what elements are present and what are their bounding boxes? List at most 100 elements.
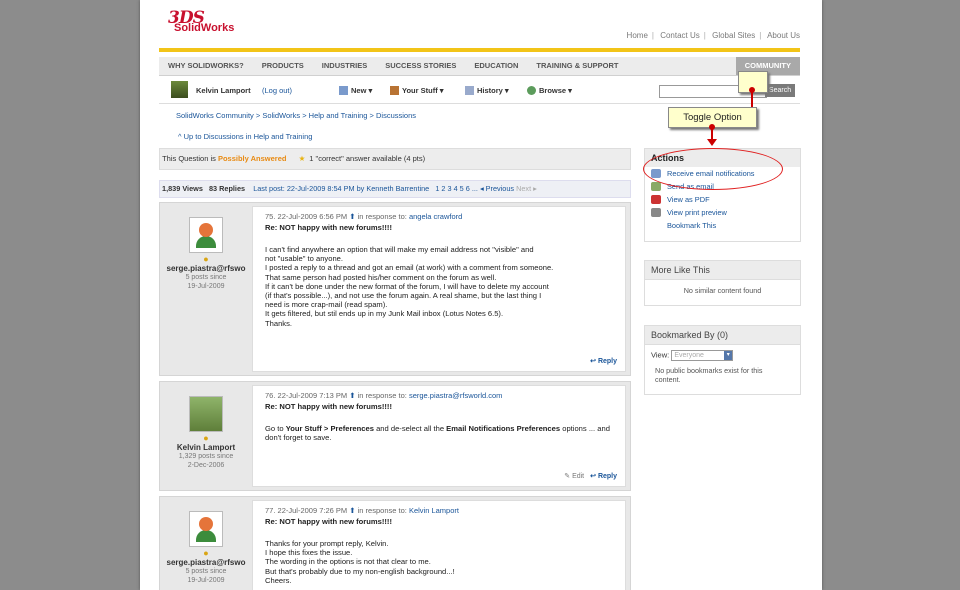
arrow-up-icon[interactable]: ⬆ bbox=[349, 391, 355, 400]
more-like-message: No similar content found bbox=[683, 286, 762, 295]
top-links: Home | Contact Us | Global Sites | About Us bbox=[626, 31, 800, 40]
response-to-link[interactable]: angela crawford bbox=[409, 212, 462, 221]
author-since: 19-Jul-2009 bbox=[187, 577, 225, 584]
avatar[interactable] bbox=[189, 396, 223, 432]
menu-your-stuff[interactable]: Your Stuff ▾ bbox=[390, 86, 444, 95]
post-actions: ↩ Reply bbox=[590, 357, 617, 365]
username[interactable]: Kelvin Lamport bbox=[196, 86, 251, 95]
nav-item-success[interactable]: SUCCESS STORIES bbox=[376, 57, 465, 75]
post-header: 75. 22-Jul-2009 6:56 PM ⬆ in response to… bbox=[265, 212, 463, 221]
author-posts: 1,329 posts since bbox=[178, 453, 234, 460]
annotation-dot bbox=[709, 124, 715, 130]
star-icon: ★ bbox=[298, 154, 306, 163]
post-body: 75. 22-Jul-2009 6:56 PM ⬆ in response to… bbox=[252, 206, 626, 372]
post-text: Go to Your Stuff > Preferences and de-se… bbox=[265, 424, 610, 443]
last-post-link[interactable]: Last post: 22-Jul-2009 8:54 PM by Kennet… bbox=[253, 184, 429, 193]
page-container: 3DS SolidWorks Home | Contact Us | Global … bbox=[140, 0, 822, 590]
medal-icon: ● bbox=[203, 254, 209, 264]
correct-answer-text: 1 "correct" answer available (4 pts) bbox=[309, 154, 426, 163]
medal-icon: ● bbox=[203, 433, 209, 443]
nav-item-products[interactable]: PRODUCTS bbox=[253, 57, 313, 75]
post-text: I can't find anywhere an option that wil… bbox=[265, 245, 554, 328]
medal-icon: ● bbox=[203, 548, 209, 558]
arrow-down-icon bbox=[707, 139, 717, 146]
avatar[interactable] bbox=[171, 81, 188, 98]
highlight-ellipse bbox=[643, 148, 783, 190]
reply-button[interactable]: ↩ Reply bbox=[590, 358, 617, 365]
next-link[interactable]: Next ▸ bbox=[516, 184, 537, 193]
top-link-home[interactable]: Home bbox=[627, 31, 648, 40]
edit-button[interactable]: ✎ Edit bbox=[564, 473, 584, 480]
nav-item-training[interactable]: TRAINING & SUPPORT bbox=[527, 57, 627, 75]
previous-link[interactable]: ◂ Previous bbox=[480, 184, 514, 193]
question-prefix: This Question is bbox=[162, 154, 216, 163]
header-divider bbox=[159, 48, 800, 52]
menu-browse[interactable]: Browse ▾ bbox=[527, 86, 572, 95]
views-count: 1,839 Views bbox=[162, 184, 203, 193]
action-bookmark[interactable]: Bookmark This bbox=[645, 219, 800, 232]
annotation-dot bbox=[749, 87, 755, 93]
more-like-title: More Like This bbox=[645, 261, 800, 280]
post-76: ● Kelvin Lamport 1,329 posts since 2-Dec… bbox=[159, 381, 631, 491]
pagination[interactable]: 1 2 3 4 5 6 ... bbox=[435, 184, 478, 193]
history-icon bbox=[465, 86, 474, 95]
search-button[interactable]: Search bbox=[765, 84, 795, 97]
more-like-this-panel: More Like This No similar content found bbox=[644, 260, 801, 306]
avatar[interactable] bbox=[189, 511, 223, 547]
post-header: 76. 22-Jul-2009 7:13 PM ⬆ in response to… bbox=[265, 391, 503, 400]
replies-count: 83 Replies bbox=[208, 184, 246, 193]
author-since: 19-Jul-2009 bbox=[187, 283, 225, 290]
action-view-pdf[interactable]: View as PDF bbox=[645, 193, 800, 206]
pdf-icon bbox=[651, 195, 661, 204]
post-75: ● serge.piastra@rfswo 5 posts since 19-J… bbox=[159, 202, 631, 376]
solidworks-logo[interactable]: 3DS SolidWorks bbox=[168, 8, 234, 34]
thread-stats-bar: 1,839 Views 83 Replies Last post: 22-Jul… bbox=[159, 180, 631, 198]
pencil-icon bbox=[339, 86, 348, 95]
status-badge: Possibly Answered bbox=[217, 154, 287, 163]
author-panel: ● serge.piastra@rfswo 5 posts since 19-J… bbox=[160, 203, 252, 375]
post-77: ● serge.piastra@rfswo 5 posts since 19-J… bbox=[159, 496, 631, 590]
bookmarked-title: Bookmarked By (0) bbox=[645, 326, 800, 345]
nav-item-education[interactable]: EDUCATION bbox=[465, 57, 527, 75]
post-subject: Re: NOT happy with new forums!!!! bbox=[265, 402, 392, 411]
top-link-global[interactable]: Global Sites bbox=[712, 31, 755, 40]
globe-icon bbox=[527, 86, 536, 95]
bookmarked-by-panel: Bookmarked By (0) View: Everyone No publ… bbox=[644, 325, 801, 395]
user-bar: Kelvin Lamport (Log out) New ▾ Your Stuf… bbox=[159, 77, 800, 104]
breadcrumb[interactable]: SolidWorks Community > SolidWorks > Help… bbox=[176, 111, 416, 120]
view-select[interactable]: Everyone bbox=[671, 350, 734, 361]
arrow-up-icon[interactable]: ⬆ bbox=[349, 506, 355, 515]
post-text: Thanks for your prompt reply, Kelvin. I … bbox=[265, 539, 455, 585]
printer-icon bbox=[651, 208, 661, 217]
view-filter: View: Everyone bbox=[645, 345, 800, 363]
post-header: 77. 22-Jul-2009 7:26 PM ⬆ in response to… bbox=[265, 506, 459, 515]
logout-link[interactable]: (Log out) bbox=[262, 86, 292, 95]
nav-item-why[interactable]: WHY SOLIDWORKS? bbox=[159, 57, 253, 75]
nav-item-industries[interactable]: INDUSTRIES bbox=[313, 57, 376, 75]
response-to-link[interactable]: Kelvin Lamport bbox=[409, 506, 459, 515]
response-to-link[interactable]: serge.piastra@rfsworld.com bbox=[409, 391, 502, 400]
top-link-contact[interactable]: Contact Us bbox=[660, 31, 700, 40]
avatar[interactable] bbox=[189, 217, 223, 253]
post-actions: ✎ Edit ↩ Reply bbox=[564, 472, 617, 480]
mail-send-icon bbox=[651, 182, 661, 191]
post-body: 76. 22-Jul-2009 7:13 PM ⬆ in response to… bbox=[252, 385, 626, 487]
author-since: 2-Dec-2006 bbox=[187, 462, 225, 469]
menu-new[interactable]: New ▾ bbox=[339, 86, 372, 95]
menu-history[interactable]: History ▾ bbox=[465, 86, 509, 95]
author-posts: 5 posts since bbox=[185, 568, 227, 575]
bookmarked-message: No public bookmarks exist for this conte… bbox=[655, 366, 763, 384]
arrow-up-icon[interactable]: ⬆ bbox=[349, 212, 355, 221]
up-link[interactable]: ^ Up to Discussions in Help and Training bbox=[178, 132, 312, 141]
author-posts: 5 posts since bbox=[185, 274, 227, 281]
author-name[interactable]: serge.piastra@rfswo bbox=[160, 264, 252, 273]
main-nav: WHY SOLIDWORKS? PRODUCTS INDUSTRIES SUCC… bbox=[159, 57, 800, 76]
top-link-about[interactable]: About Us bbox=[767, 31, 800, 40]
question-status-bar: This Question is Possibly Answered ★ 1 "c… bbox=[159, 148, 631, 170]
author-name[interactable]: serge.piastra@rfswo bbox=[160, 558, 252, 567]
reply-button[interactable]: ↩ Reply bbox=[590, 473, 617, 480]
logo-text: SolidWorks bbox=[174, 22, 235, 34]
author-name[interactable]: Kelvin Lamport bbox=[160, 443, 252, 452]
action-print-preview[interactable]: View print preview bbox=[645, 206, 800, 219]
briefcase-icon bbox=[390, 86, 399, 95]
